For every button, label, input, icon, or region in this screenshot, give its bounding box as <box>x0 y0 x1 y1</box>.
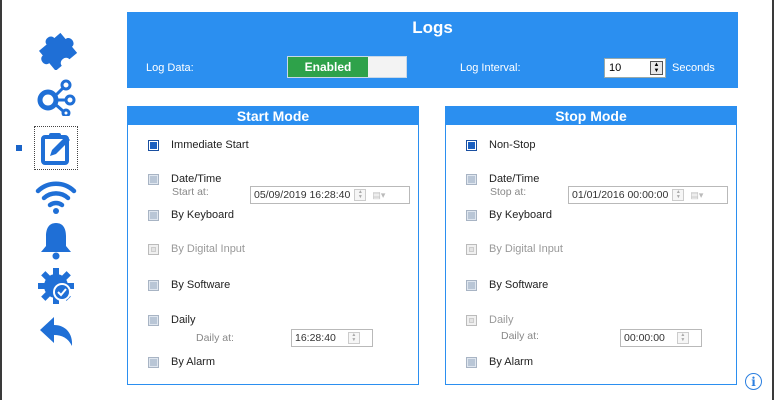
toggle-off-side <box>368 57 406 77</box>
checkbox-nonstop[interactable] <box>466 139 477 151</box>
logs-window: Logs Log Data: Enabled Log Interval: 10 … <box>0 0 775 400</box>
option-label: By Keyboard <box>489 209 552 221</box>
sidebar-item-wireless[interactable] <box>34 173 78 217</box>
calendar-dropdown-icon[interactable]: ▤▾ <box>372 189 390 201</box>
checkbox-alarm[interactable] <box>148 356 159 368</box>
active-indicator <box>16 145 22 151</box>
log-data-toggle[interactable]: Enabled <box>287 56 407 78</box>
stepper-icon[interactable]: ▲ ▼ <box>347 332 360 344</box>
toggle-enabled-state: Enabled <box>288 57 368 77</box>
log-data-label: Log Data: <box>146 62 194 74</box>
checkbox-keyboard[interactable] <box>466 209 477 221</box>
option-label: Immediate Start <box>171 139 249 151</box>
start-alarm-option[interactable]: By Alarm <box>148 356 215 368</box>
start-datetime-field[interactable]: 05/09/2019 16:28:40 ▲ ▼ ▤▾ <box>250 186 410 204</box>
checkbox-digital-input[interactable] <box>466 243 477 255</box>
start-datetime-value: 05/09/2019 16:28:40 <box>254 189 351 201</box>
stop-mode-panel: Stop Mode Non-Stop Date/Time Stop at: 01… <box>445 106 737 385</box>
network-icon <box>37 79 76 116</box>
wifi-icon <box>35 181 77 214</box>
checkbox-datetime[interactable] <box>466 173 477 185</box>
stepper-arrows-icon[interactable]: ▲ ▼ <box>650 61 663 75</box>
start-digital-input-option[interactable]: By Digital Input <box>148 243 245 255</box>
stop-digital-input-option[interactable]: By Digital Input <box>466 243 563 255</box>
start-software-option[interactable]: By Software <box>148 279 230 291</box>
option-label: Non-Stop <box>489 139 536 151</box>
stop-datetime-value: 01/01/2016 00:00:00 <box>572 189 669 201</box>
checkbox-datetime[interactable] <box>148 173 159 185</box>
stop-mode-title: Stop Mode <box>446 107 736 125</box>
logs-header: Logs Log Data: Enabled Log Interval: 10 … <box>127 12 738 88</box>
sidebar-item-alarms[interactable] <box>34 218 78 262</box>
start-datetime-option[interactable]: Date/Time <box>148 173 221 185</box>
start-daily-time-value: 16:28:40 <box>295 332 336 344</box>
stop-nonstop-option[interactable]: Non-Stop <box>466 139 535 151</box>
checkbox-alarm[interactable] <box>466 356 477 368</box>
back-arrow-icon <box>40 317 73 346</box>
log-interval-label: Log Interval: <box>460 62 521 74</box>
option-label: Date/Time <box>489 173 540 185</box>
stop-at-label: Stop at: <box>490 186 527 198</box>
stop-daily-time-value: 00:00:00 <box>624 332 665 344</box>
checkbox-daily[interactable] <box>466 314 477 326</box>
daily-at-label: Daily at: <box>501 330 539 342</box>
start-mode-panel: Start Mode Immediate Start Date/Time Sta… <box>127 106 419 385</box>
start-daily-option[interactable]: Daily <box>148 314 195 326</box>
option-label: Daily <box>489 314 514 326</box>
stop-alarm-option[interactable]: By Alarm <box>466 356 533 368</box>
stop-software-option[interactable]: By Software <box>466 279 548 291</box>
checkbox-daily[interactable] <box>148 314 159 326</box>
sidebar-item-network[interactable] <box>34 74 78 118</box>
option-label: By Keyboard <box>171 209 234 221</box>
option-label: Date/Time <box>171 173 222 185</box>
stop-daily-time-field[interactable]: 00:00:00 ▲ ▼ <box>620 329 702 347</box>
checkbox-software[interactable] <box>466 279 477 291</box>
start-immediate-option[interactable]: Immediate Start <box>148 139 249 151</box>
page-title: Logs <box>412 18 453 37</box>
stepper-icon[interactable]: ▲ ▼ <box>672 189 685 201</box>
stepper-icon[interactable]: ▲ ▼ <box>354 189 367 201</box>
info-icon[interactable]: i <box>745 373 762 390</box>
stop-datetime-field[interactable]: 01/01/2016 00:00:00 ▲ ▼ ▤▾ <box>568 186 728 204</box>
option-label: By Software <box>171 279 231 291</box>
window-left-edge <box>0 0 2 400</box>
checkbox-keyboard[interactable] <box>148 209 159 221</box>
start-at-label: Start at: <box>172 186 209 198</box>
edit-log-icon <box>41 133 70 165</box>
option-label: By Alarm <box>489 356 534 368</box>
stop-keyboard-option[interactable]: By Keyboard <box>466 209 552 221</box>
log-interval-value[interactable]: 10 <box>605 62 650 74</box>
start-keyboard-option[interactable]: By Keyboard <box>148 209 234 221</box>
option-label: By Alarm <box>171 356 216 368</box>
puzzle-icon <box>38 32 77 70</box>
option-label: Daily <box>171 314 196 326</box>
option-label: By Digital Input <box>171 243 245 255</box>
sidebar <box>10 28 90 358</box>
sidebar-item-settings[interactable] <box>34 264 78 308</box>
stop-daily-option[interactable]: Daily <box>466 314 513 326</box>
gear-check-icon <box>38 268 74 304</box>
sidebar-item-modules[interactable] <box>34 28 78 72</box>
stepper-icon[interactable]: ▲ ▼ <box>676 332 689 344</box>
stop-datetime-option[interactable]: Date/Time <box>466 173 539 185</box>
start-daily-time-field[interactable]: 16:28:40 ▲ ▼ <box>291 329 373 347</box>
calendar-dropdown-icon[interactable]: ▤▾ <box>690 189 708 201</box>
checkbox-digital-input[interactable] <box>148 243 159 255</box>
start-mode-title: Start Mode <box>128 107 418 125</box>
daily-at-label: Daily at: <box>196 332 234 344</box>
checkbox-immediate[interactable] <box>148 139 159 151</box>
log-interval-stepper[interactable]: 10 ▲ ▼ <box>604 58 666 78</box>
window-right-edge <box>772 0 774 400</box>
checkbox-software[interactable] <box>148 279 159 291</box>
sidebar-item-back[interactable] <box>34 310 78 354</box>
option-label: By Software <box>489 279 549 291</box>
sidebar-item-logs[interactable] <box>34 126 78 170</box>
bell-icon <box>41 223 71 260</box>
option-label: By Digital Input <box>489 243 563 255</box>
log-interval-unit: Seconds <box>672 62 715 74</box>
